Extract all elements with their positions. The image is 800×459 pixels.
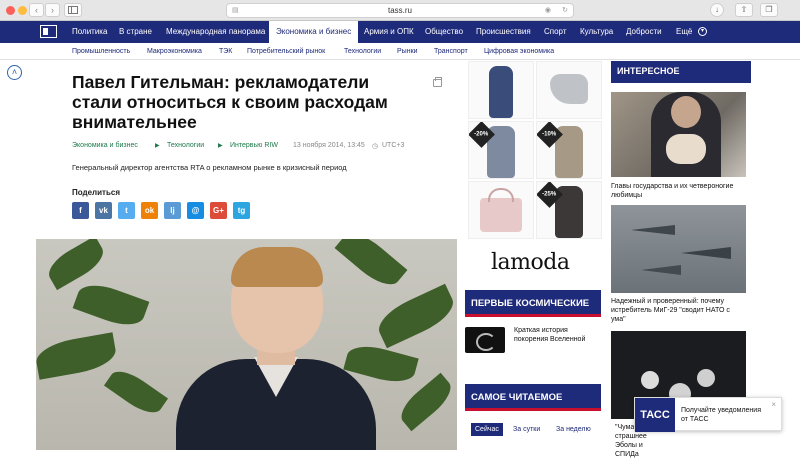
- product-coat-beige[interactable]: -10%: [536, 121, 602, 179]
- interesting-panel: ИНТЕРЕСНОЕ Главы государства и их четвер…: [605, 61, 800, 458]
- download-icon: ↓: [715, 5, 719, 14]
- arrow-right-icon: ▶: [218, 143, 223, 149]
- google-plus-icon[interactable]: G+: [210, 202, 227, 219]
- tab-week[interactable]: За неделю: [556, 423, 591, 436]
- nav-item-good-news[interactable]: Доброcти: [626, 21, 662, 43]
- nav-item-politics[interactable]: Политика: [72, 21, 107, 43]
- close-window-button[interactable]: [6, 6, 15, 15]
- space-item-text[interactable]: Краткая история покорения Вселенной: [514, 326, 599, 344]
- nav-item-army[interactable]: Армия и ОПК: [364, 21, 414, 43]
- breadcrumb-interview[interactable]: Интервью RIW: [230, 142, 278, 149]
- space-thumbnail[interactable]: [465, 327, 505, 353]
- main-nav: Политика В стране Международная панорама…: [0, 21, 800, 43]
- ad-banner[interactable]: -20% -10% -25% lamoda ПЕРВЫЕ КОСМИЧЕСКИЕ…: [459, 61, 604, 450]
- subnav-item-tech[interactable]: Технологии: [344, 43, 381, 60]
- news-image-jets[interactable]: [611, 205, 746, 293]
- popular-panel-header: САМОЕ ЧИТАЕМОЕ: [465, 384, 601, 411]
- tab-day[interactable]: За сутки: [513, 423, 540, 436]
- notification-text[interactable]: Получайте уведомления от ТАСС: [681, 406, 769, 424]
- subnav-item-markets[interactable]: Рынки: [397, 43, 418, 60]
- nav-item-international[interactable]: Международная панорама: [166, 21, 265, 43]
- product-boots[interactable]: [536, 61, 602, 119]
- article: Павел Гительман: рекламодатели стали отн…: [36, 61, 457, 450]
- address-bar[interactable]: ▤ tass.ru ◉ ↻: [226, 3, 574, 18]
- tab-now[interactable]: Сейчас: [471, 423, 503, 436]
- livejournal-icon[interactable]: lj: [164, 202, 181, 219]
- audio-icon[interactable]: ◉: [545, 4, 551, 17]
- subnav-item-consumer[interactable]: Потребительский рынок: [247, 43, 325, 60]
- clock-icon: ◷: [372, 143, 379, 150]
- lamoda-logo[interactable]: lamoda: [491, 250, 570, 275]
- subnav-item-energy[interactable]: ТЭК: [219, 43, 232, 60]
- telegram-icon[interactable]: tg: [233, 202, 250, 219]
- tabs-icon: ❐: [765, 5, 773, 14]
- chevron-up-icon[interactable]: ˄: [7, 65, 22, 80]
- product-coat-grey[interactable]: -20%: [468, 121, 534, 179]
- chevron-down-icon[interactable]: ▾: [698, 27, 707, 36]
- tass-logo: ТАСС: [635, 398, 675, 432]
- close-icon[interactable]: ×: [771, 400, 776, 409]
- subnav-item-transport[interactable]: Транспорт: [434, 43, 468, 60]
- news-caption-dog[interactable]: Главы государства и их четвероногие люби…: [611, 182, 746, 200]
- reload-icon[interactable]: ↻: [562, 4, 568, 17]
- discount-badge: -20%: [474, 131, 489, 138]
- nav-item-incidents[interactable]: Происшествия: [476, 21, 531, 43]
- article-date: 13 ноября 2014, 13:45: [293, 142, 365, 149]
- news-caption-jets[interactable]: Надежный и проверенный: почему истребите…: [611, 297, 746, 324]
- print-icon[interactable]: [433, 77, 442, 87]
- product-bag[interactable]: [468, 181, 534, 239]
- mail-icon[interactable]: @: [187, 202, 204, 219]
- twitter-icon[interactable]: t: [118, 202, 135, 219]
- product-coat-blue[interactable]: [468, 61, 534, 119]
- subnav-item-macro[interactable]: Макроэкономика: [147, 43, 202, 60]
- space-panel-header[interactable]: ПЕРВЫЕ КОСМИЧЕСКИЕ: [465, 290, 601, 317]
- arrow-right-icon: ▶: [155, 143, 160, 149]
- sidebar-button[interactable]: [64, 3, 82, 17]
- nav-item-culture[interactable]: Культура: [580, 21, 613, 43]
- nav-item-sport[interactable]: Спорт: [544, 21, 567, 43]
- nav-item-more[interactable]: Ещё: [676, 21, 692, 43]
- interesting-header: ИНТЕРЕСНОЕ: [611, 61, 751, 83]
- share-label: Поделиться: [72, 188, 121, 197]
- minimize-window-button[interactable]: [18, 6, 27, 15]
- discount-badge: -25%: [542, 191, 557, 198]
- odnoklassniki-icon[interactable]: ok: [141, 202, 158, 219]
- article-lead: Генеральный директор агентства RTA о рек…: [72, 163, 347, 172]
- tass-logo-icon[interactable]: [40, 25, 57, 38]
- share-icon: ⇧: [740, 5, 748, 14]
- tabs-button[interactable]: ❐: [760, 3, 778, 17]
- forward-icon: ›: [51, 5, 54, 15]
- browser-toolbar: ‹ › ▤ tass.ru ◉ ↻ ↓ ⇧ ❐: [0, 0, 800, 21]
- url-text: tass.ru: [387, 6, 412, 15]
- subnav-item-industry[interactable]: Промышленность: [72, 43, 130, 60]
- facebook-icon[interactable]: f: [72, 202, 89, 219]
- reader-icon[interactable]: ▤: [232, 4, 239, 17]
- news-image-dog[interactable]: [611, 92, 746, 177]
- breadcrumb-economy[interactable]: Экономика и бизнес: [72, 142, 138, 149]
- forward-button[interactable]: ›: [45, 3, 60, 17]
- subnav-item-digital[interactable]: Цифровая экономика: [484, 43, 554, 60]
- breadcrumb-tech[interactable]: Технологии: [167, 142, 204, 149]
- article-photo: [36, 239, 457, 450]
- product-coat-dark[interactable]: -25%: [536, 181, 602, 239]
- nav-item-country[interactable]: В стране: [119, 21, 152, 43]
- download-button[interactable]: ↓: [710, 3, 724, 17]
- vk-icon[interactable]: vk: [95, 202, 112, 219]
- sub-nav: Промышленность Макроэкономика ТЭК Потреб…: [0, 43, 800, 60]
- back-icon: ‹: [35, 5, 38, 15]
- article-title: Павел Гительман: рекламодатели стали отн…: [72, 72, 388, 132]
- notification-popup[interactable]: ТАСС Получайте уведомления от ТАСС ×: [634, 397, 782, 432]
- discount-badge: -10%: [542, 131, 557, 138]
- back-button[interactable]: ‹: [29, 3, 44, 17]
- nav-item-economy[interactable]: Экономика и бизнес: [269, 21, 359, 43]
- nav-item-society[interactable]: Общество: [425, 21, 463, 43]
- share-button[interactable]: ⇧: [735, 3, 753, 17]
- sidebar-icon: [68, 6, 78, 14]
- article-timezone: UTC+3: [382, 142, 405, 149]
